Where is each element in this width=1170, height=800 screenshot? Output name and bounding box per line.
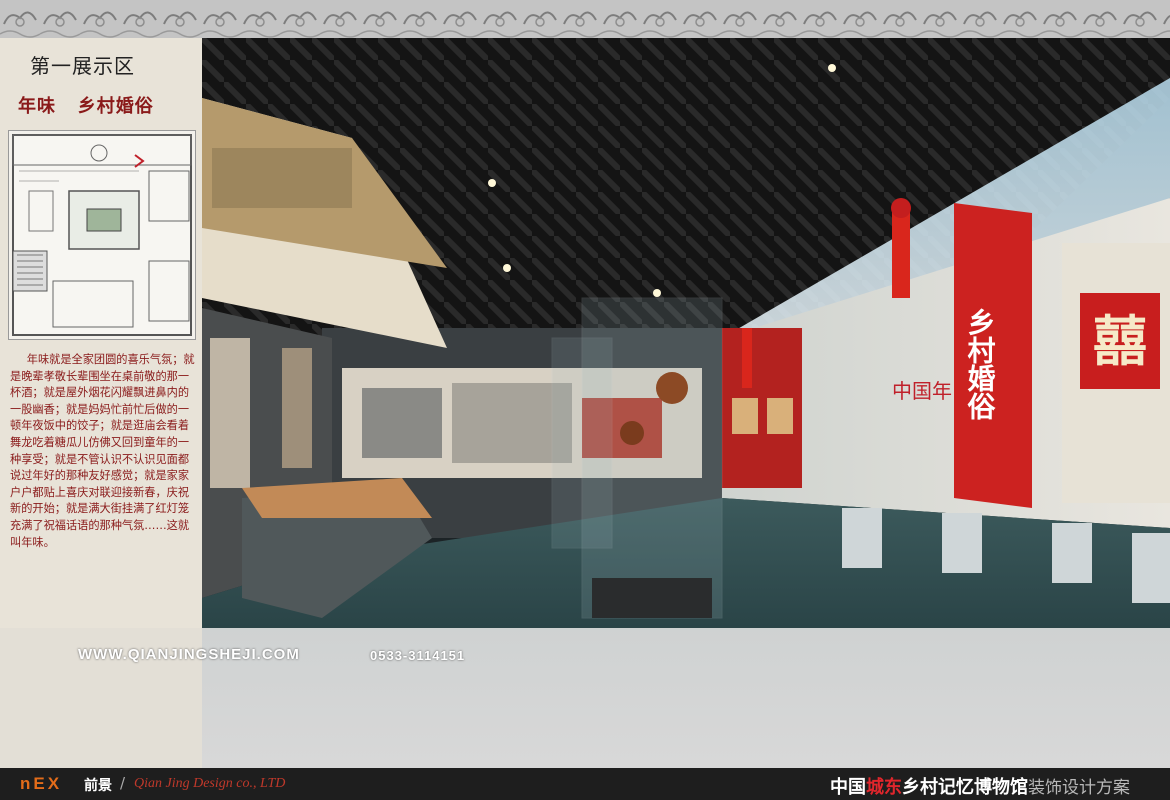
wall-sign: 中国年	[892, 379, 952, 403]
phone-watermark: 0533-3114151	[370, 648, 466, 663]
wall-title: 乡村婚俗	[964, 308, 997, 420]
project-title: 中国城东乡村记忆博物馆装饰设计方案	[830, 773, 1130, 799]
section-subtitle: 年味 乡村婚俗	[18, 96, 154, 117]
exhibition-render: 囍 乡村婚俗 中国年	[202, 38, 1170, 628]
project-title-part2: 城东	[866, 777, 902, 798]
decorative-cloud-band	[0, 0, 1170, 38]
divider-slash: /	[120, 774, 126, 792]
exhibition-hall-image: 囍 乡村婚俗 中国年	[202, 38, 1170, 628]
project-title-part3: 乡村记忆博物馆	[902, 777, 1028, 798]
project-title-part4: 装饰设计方案	[1028, 778, 1130, 798]
floor-plan-map	[8, 130, 196, 340]
company-name: Qian Jing Design co., LTD	[134, 776, 286, 791]
website-watermark: WWW.QIANJINGSHEJI.COM	[78, 646, 300, 663]
footer-bar: nEX 前景 / Qian Jing Design co., LTD 中国城东乡…	[0, 768, 1170, 800]
section-heading: 第一展示区	[30, 54, 135, 78]
lower-band: WWW.QIANJINGSHEJI.COM 0533-3114151	[0, 628, 1170, 768]
company-logo: nEX	[20, 774, 63, 793]
project-title-part1: 中国	[830, 777, 866, 798]
description-text: 年味就是全家团圆的喜乐气氛；就是晚辈孝敬长辈围坐在桌前敬的那一杯酒；就是屋外烟花…	[10, 353, 195, 549]
company-logo-cn: 前景	[84, 778, 112, 794]
xi-character-sign: 囍	[1093, 309, 1147, 373]
cloud-pattern-icon	[0, 0, 1170, 38]
